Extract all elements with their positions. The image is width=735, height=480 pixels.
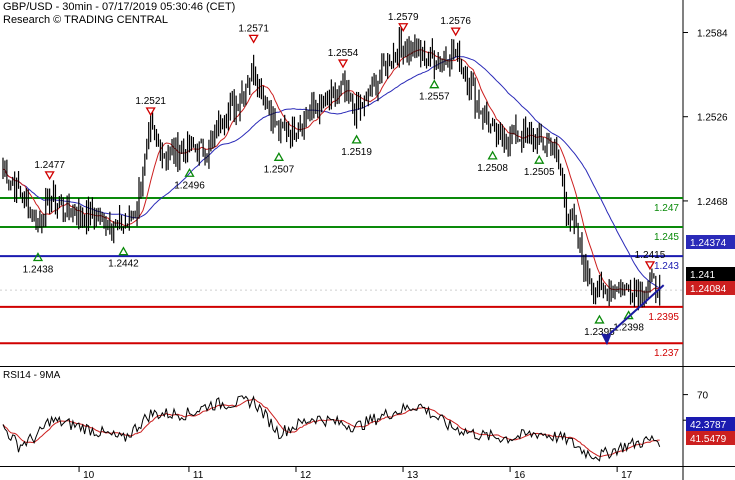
level-label-1-243: 1.243 [654, 261, 679, 272]
x-tick-label: 16 [514, 470, 526, 480]
x-tick-label: 11 [193, 470, 204, 480]
high-marker [644, 261, 656, 271]
high-label: 1.2579 [388, 12, 419, 23]
high-marker [337, 59, 349, 69]
low-marker [118, 246, 129, 256]
high-label: 1.2521 [135, 96, 166, 107]
low-label: 1.2496 [174, 180, 205, 191]
rsi-y-tick-label: 70 [697, 391, 709, 402]
value-tag-label-ma_slow: 1.24374 [690, 238, 727, 249]
low-label: 1.2557 [419, 92, 450, 103]
y-tick-label: 1.2584 [697, 28, 728, 39]
x-tick-label: 17 [621, 470, 633, 480]
high-marker [145, 107, 156, 117]
rsi-title: RSI14 - 9MA [3, 370, 61, 381]
low-label: 1.2519 [341, 147, 372, 158]
level-label-1-2395: 1.2395 [648, 312, 679, 323]
chart-header: GBP/USD - 30min - 07/17/2019 05:30:46 (C… [3, 1, 235, 27]
high-label: 1.2415 [635, 250, 666, 261]
high-marker [398, 23, 409, 33]
chart-source: Research © TRADING CENTRAL [3, 14, 168, 26]
x-tick-label: 13 [407, 470, 419, 480]
low-marker [594, 314, 605, 324]
level-label-1-245: 1.245 [654, 232, 679, 243]
low-label: 1.2507 [264, 164, 295, 175]
high-label: 1.2576 [440, 16, 471, 27]
low-label: 1.2508 [477, 163, 508, 174]
x-tick-label: 12 [300, 470, 312, 480]
chart-title: GBP/USD - 30min - 07/17/2019 05:30:46 (C… [3, 1, 236, 13]
x-tick-label: 10 [83, 470, 95, 480]
low-marker [351, 134, 362, 144]
low-label: 1.2505 [524, 167, 555, 178]
value-tag-label-ma_fast: 1.24084 [690, 284, 727, 295]
price-chart: 1.247 1.245 1.243 1.2395 1.237 1.2584 1.2526 1.… [0, 0, 735, 480]
high-label: 1.2477 [34, 160, 65, 171]
rsi-tag-label: 41.5479 [690, 434, 727, 445]
high-label: 1.2554 [328, 48, 359, 59]
high-label: 1.2571 [238, 23, 269, 34]
level-label-1-247: 1.247 [654, 203, 679, 214]
y-tick-label: 1.2468 [697, 197, 728, 208]
price-bars [2, 27, 661, 311]
high-marker [450, 27, 461, 37]
low-label: 1.2438 [23, 264, 54, 275]
y-tick-label: 1.2526 [697, 113, 728, 124]
rsi-tag-label: 42.3787 [690, 420, 727, 431]
rsi-line [2, 395, 661, 462]
low-marker [534, 154, 545, 164]
low-marker [429, 79, 440, 89]
high-marker [44, 171, 55, 181]
value-tag-label-price: 1.241 [690, 270, 715, 281]
low-label: 1.2398 [613, 323, 644, 334]
low-marker [273, 151, 285, 161]
low-label: 1.2442 [108, 259, 139, 270]
level-label-1-237: 1.237 [654, 348, 679, 359]
low-marker [487, 150, 498, 160]
high-marker [248, 34, 259, 44]
